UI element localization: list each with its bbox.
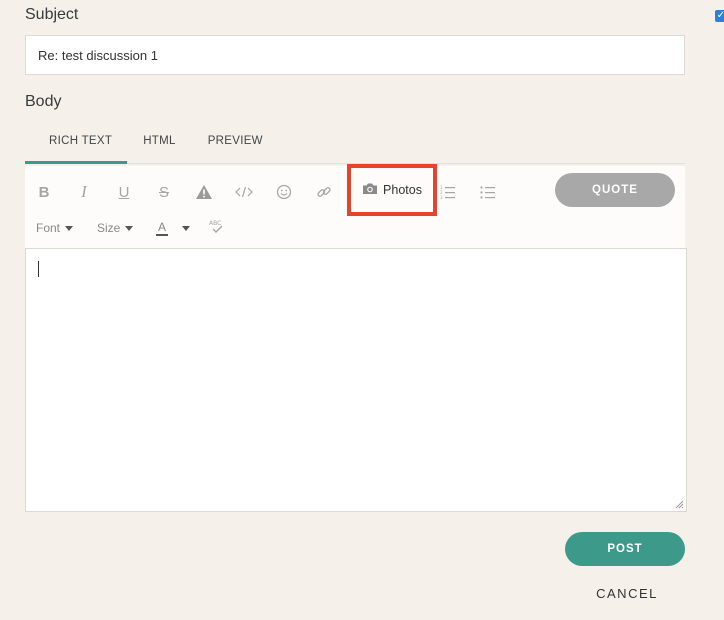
- resize-handle-icon[interactable]: [674, 499, 684, 509]
- reply-form: Subject ✓ Re: test discussion 1 Body RIC…: [0, 0, 724, 620]
- unordered-list-icon[interactable]: [479, 181, 497, 203]
- chevron-down-icon: [182, 225, 191, 231]
- body-label: Body: [25, 93, 62, 110]
- tab-html[interactable]: HTML: [127, 122, 192, 164]
- svg-text:ABC: ABC: [209, 220, 221, 227]
- quote-button[interactable]: QUOTE: [555, 173, 675, 207]
- checkbox-checked-icon[interactable]: ✓: [715, 10, 724, 22]
- emoji-icon[interactable]: [275, 181, 293, 203]
- underline-icon[interactable]: U: [117, 181, 131, 203]
- tab-preview[interactable]: PREVIEW: [192, 122, 279, 164]
- ordered-list-icon[interactable]: 123: [439, 181, 457, 203]
- photos-label: Photos: [383, 183, 422, 197]
- text-color-dropdown[interactable]: A: [156, 219, 191, 237]
- subject-label: Subject: [25, 6, 79, 23]
- font-label: Font: [36, 221, 61, 235]
- chevron-down-icon: [125, 225, 134, 231]
- cancel-button[interactable]: CANCEL: [565, 583, 689, 603]
- photos-button[interactable]: Photos: [347, 164, 437, 216]
- size-label: Size: [97, 221, 121, 235]
- bold-icon[interactable]: B: [37, 181, 51, 203]
- font-dropdown[interactable]: Font: [36, 219, 74, 237]
- editor-toolbar: B I U S Photos 123 QUOTE Font Size A ABC: [25, 164, 685, 248]
- strikethrough-icon[interactable]: S: [157, 181, 171, 203]
- tab-rich-text[interactable]: RICH TEXT: [25, 122, 128, 164]
- code-icon[interactable]: [235, 181, 253, 203]
- svg-text:3: 3: [440, 195, 443, 199]
- body-editor[interactable]: [25, 248, 687, 512]
- camera-icon: [362, 182, 378, 198]
- post-button[interactable]: POST: [565, 532, 685, 566]
- chevron-down-icon: [65, 225, 74, 231]
- spellcheck-icon[interactable]: ABC: [209, 218, 225, 236]
- text-cursor: [38, 261, 39, 277]
- editor-tabs: RICH TEXT HTML PREVIEW: [25, 122, 685, 164]
- link-icon[interactable]: [315, 181, 333, 203]
- size-dropdown[interactable]: Size: [97, 219, 134, 237]
- subject-value: Re: test discussion 1: [38, 47, 158, 63]
- warning-icon[interactable]: [195, 181, 213, 203]
- subject-input[interactable]: Re: test discussion 1: [25, 35, 685, 75]
- text-color-icon: A: [156, 220, 169, 236]
- italic-icon[interactable]: I: [77, 181, 91, 203]
